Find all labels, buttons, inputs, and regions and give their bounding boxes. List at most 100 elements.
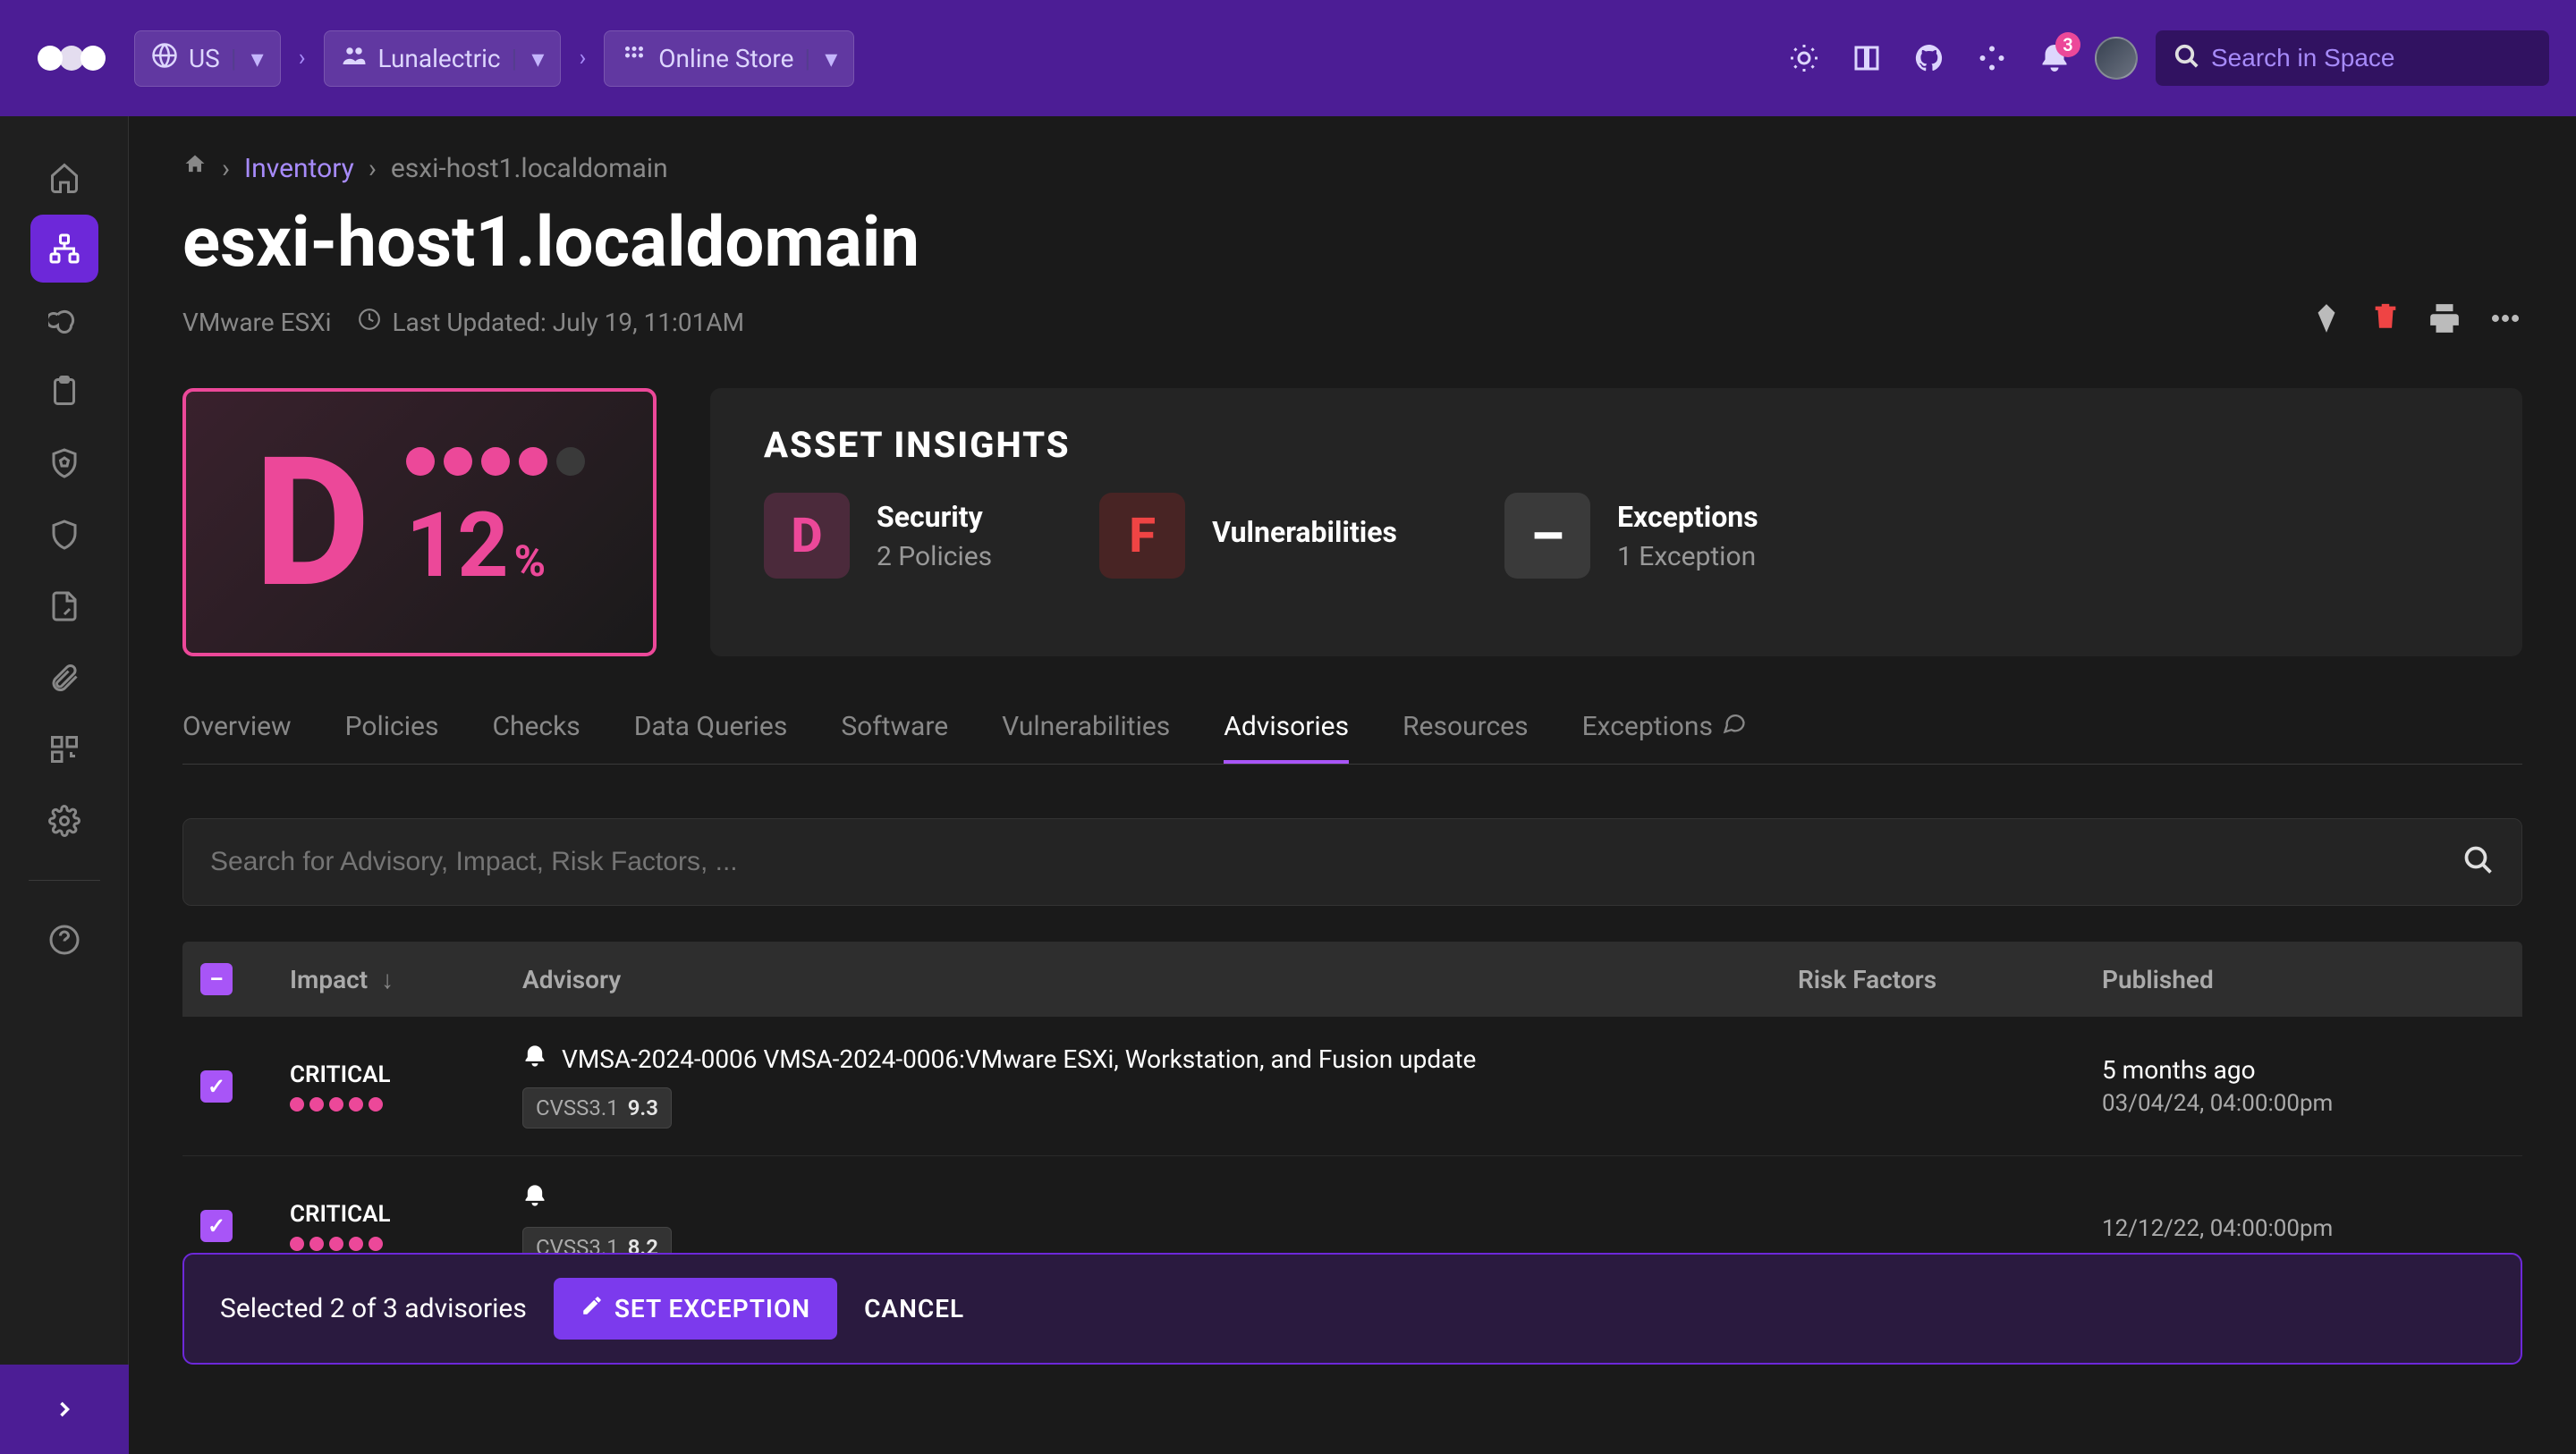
impact-label: CRITICAL xyxy=(290,1201,522,1228)
tab-exceptions[interactable]: Exceptions xyxy=(1582,692,1747,764)
crumb-sep: › xyxy=(579,45,586,72)
advisory-search[interactable] xyxy=(182,818,2522,906)
row-checkbox[interactable]: ✓ xyxy=(200,1210,233,1242)
avatar[interactable] xyxy=(2095,37,2138,80)
insight-badge: – xyxy=(1504,493,1590,579)
nav-clipboard[interactable] xyxy=(30,358,98,426)
breadcrumb-current: esxi-host1.localdomain xyxy=(391,153,668,184)
sidenav xyxy=(0,116,129,1454)
insights-card: ASSET INSIGHTS D Security 2 Policies F V… xyxy=(710,388,2522,656)
space-label: Online Store xyxy=(658,44,793,73)
col-impact[interactable]: Impact ↓ xyxy=(290,965,522,994)
people-icon xyxy=(341,42,368,75)
diamond-icon[interactable] xyxy=(2309,301,2343,343)
selection-text: Selected 2 of 3 advisories xyxy=(220,1293,527,1324)
nav-shield[interactable] xyxy=(30,501,98,569)
insight-subtitle: 1 Exception xyxy=(1617,541,1758,572)
insight-title: Security xyxy=(877,500,992,534)
chevron-down-icon: ▾ xyxy=(251,44,264,73)
crumb-sep: › xyxy=(299,45,306,72)
chevron-down-icon: ▾ xyxy=(531,44,544,73)
pencil-icon xyxy=(580,1294,604,1323)
insights-title: ASSET INSIGHTS xyxy=(764,424,2469,466)
insight-item[interactable]: D Security 2 Policies xyxy=(764,493,992,579)
nav-cicd[interactable] xyxy=(30,286,98,354)
space-dropdown[interactable]: Online Store | ▾ xyxy=(604,30,854,87)
insight-subtitle: 2 Policies xyxy=(877,541,992,572)
breadcrumb-inventory[interactable]: Inventory xyxy=(244,153,354,184)
page-title: esxi-host1.localdomain xyxy=(182,202,2522,283)
region-dropdown[interactable]: US | ▾ xyxy=(134,30,281,87)
row-checkbox[interactable]: ✓ xyxy=(200,1070,233,1103)
cancel-button[interactable]: CANCEL xyxy=(864,1294,964,1323)
tab-checks[interactable]: Checks xyxy=(492,692,580,764)
nav-home[interactable] xyxy=(30,143,98,211)
insight-item[interactable]: F Vulnerabilities xyxy=(1099,493,1397,579)
published-absolute: 03/04/24, 04:00:00pm xyxy=(2102,1090,2504,1117)
cvss-pill: CVSS3.19.3 xyxy=(522,1087,672,1129)
set-exception-button[interactable]: SET EXCEPTION xyxy=(554,1278,837,1340)
nav-attach[interactable] xyxy=(30,644,98,712)
insight-title: Exceptions xyxy=(1617,500,1758,534)
insight-title: Vulnerabilities xyxy=(1212,515,1397,549)
search-input[interactable] xyxy=(2211,44,2534,72)
org-label: Lunalectric xyxy=(378,44,501,73)
select-all-checkbox[interactable]: – xyxy=(200,963,233,995)
platform-label: VMware ESXi xyxy=(182,308,331,337)
insight-badge: D xyxy=(764,493,850,579)
docs-icon[interactable] xyxy=(1844,36,1889,80)
nav-security[interactable] xyxy=(30,429,98,497)
nav-inventory[interactable] xyxy=(30,215,98,283)
globe-icon xyxy=(151,42,178,75)
home-icon[interactable] xyxy=(182,152,208,184)
tab-resources[interactable]: Resources xyxy=(1402,692,1529,764)
delete-icon[interactable] xyxy=(2370,301,2401,343)
clock-icon xyxy=(358,308,381,337)
main: › Inventory › esxi-host1.localdomain esx… xyxy=(129,116,2576,1454)
table-header: – Impact ↓ Advisory Risk Factors Publish… xyxy=(182,942,2522,1017)
tab-policies[interactable]: Policies xyxy=(345,692,439,764)
score-pct: % xyxy=(514,536,546,587)
breadcrumb: › Inventory › esxi-host1.localdomain xyxy=(182,152,2522,184)
sidenav-expand[interactable] xyxy=(0,1365,129,1454)
comment-icon xyxy=(1722,710,1747,742)
tab-software[interactable]: Software xyxy=(841,692,948,764)
published-relative: 5 months ago xyxy=(2102,1055,2504,1085)
advisory-search-input[interactable] xyxy=(210,847,2462,877)
bell-icon xyxy=(522,1183,547,1214)
score-letter: D xyxy=(254,418,370,628)
theme-toggle[interactable] xyxy=(1782,36,1826,80)
slack-icon[interactable] xyxy=(1970,36,2014,80)
col-published[interactable]: Published xyxy=(2102,965,2504,994)
more-icon[interactable] xyxy=(2488,301,2522,343)
advisory-title: VMSA-2024-0006 VMSA-2024-0006:VMware ESX… xyxy=(562,1044,1476,1074)
updated-label: Last Updated: July 19, 11:01AM xyxy=(392,308,744,337)
col-advisory[interactable]: Advisory xyxy=(522,965,1798,994)
tab-overview[interactable]: Overview xyxy=(182,692,292,764)
advisory-table: – Impact ↓ Advisory Risk Factors Publish… xyxy=(182,942,2522,1296)
nav-report[interactable] xyxy=(30,572,98,640)
tab-vulnerabilities[interactable]: Vulnerabilities xyxy=(1002,692,1170,764)
impact-dots xyxy=(290,1237,522,1251)
nav-help[interactable] xyxy=(30,906,98,974)
logo-icon xyxy=(27,43,116,73)
nav-integrations[interactable] xyxy=(30,715,98,783)
org-dropdown[interactable]: Lunalectric | ▾ xyxy=(324,30,562,87)
bell-icon xyxy=(522,1044,547,1075)
insight-item[interactable]: – Exceptions 1 Exception xyxy=(1504,493,1758,579)
table-row[interactable]: ✓ CRITICAL VMSA-2024-0006 VMSA-2024-0006… xyxy=(182,1017,2522,1156)
tabs: Overview Policies Checks Data Queries Softwa… xyxy=(182,692,2522,765)
tab-advisories[interactable]: Advisories xyxy=(1224,692,1349,764)
github-icon[interactable] xyxy=(1907,36,1952,80)
notifications-icon[interactable]: 3 xyxy=(2032,36,2077,80)
grid-icon xyxy=(621,42,648,75)
published-absolute: 12/12/22, 04:00:00pm xyxy=(2102,1215,2504,1242)
impact-label: CRITICAL xyxy=(290,1061,522,1088)
global-search[interactable] xyxy=(2156,30,2549,86)
print-icon[interactable] xyxy=(2428,301,2462,343)
topbar: US | ▾ › Lunalectric | ▾ › Online Store … xyxy=(0,0,2576,116)
nav-settings[interactable] xyxy=(30,787,98,855)
search-icon xyxy=(2462,844,2495,880)
tab-data-queries[interactable]: Data Queries xyxy=(634,692,788,764)
col-risk[interactable]: Risk Factors xyxy=(1798,965,2102,994)
